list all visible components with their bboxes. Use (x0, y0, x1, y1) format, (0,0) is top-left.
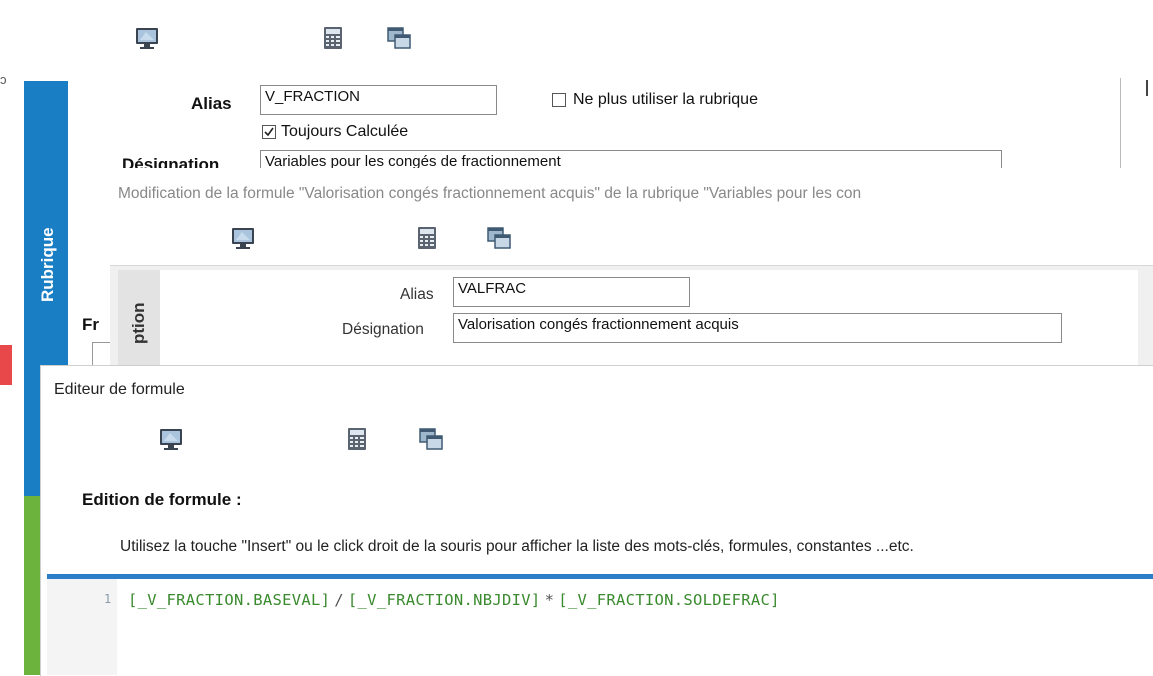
modification-dialog-title: Modification de la formule "Valorisation… (118, 185, 862, 202)
monitor-icon[interactable] (158, 427, 184, 451)
copy-windows-icon[interactable] (486, 226, 512, 250)
formula-editor-title: Editeur de formule (54, 381, 185, 398)
right-divider (1120, 78, 1121, 168)
formula-token: [_V_FRACTION.SOLDEFRAC] (558, 591, 780, 609)
ne-plus-utiliser-checkbox[interactable] (552, 93, 566, 107)
toujours-calculee-label: Toujours Calculée (281, 123, 409, 140)
calculator-icon[interactable] (414, 226, 440, 250)
formula-token: [_V_FRACTION.NBJDIV] (347, 591, 541, 609)
edition-de-formule-heading: Edition de formule : (82, 490, 242, 509)
formula-operator: / (334, 591, 344, 609)
monitor-icon[interactable] (230, 226, 256, 250)
line-number: 1 (104, 592, 112, 606)
partial-input[interactable] (92, 342, 112, 366)
designation-field-w2[interactable]: Valorisation congés fractionnement acqui… (453, 313, 1062, 343)
formula-line[interactable]: [_V_FRACTION.BASEVAL] / [_V_FRACTION.NBJ… (128, 591, 780, 609)
toujours-calculee-checkbox[interactable] (262, 125, 276, 139)
error-marker (0, 345, 12, 385)
alias-field[interactable]: V_FRACTION (260, 85, 497, 115)
copy-windows-icon[interactable] (418, 427, 444, 451)
calculator-icon[interactable] (320, 26, 346, 50)
green-side-tab[interactable] (24, 496, 40, 675)
editor-hint: Utilisez la touche "Insert" ou le click … (120, 538, 914, 555)
ne-plus-utiliser-label: Ne plus utiliser la rubrique (573, 91, 758, 108)
alias-label: Alias (191, 94, 232, 113)
designation-label-w2: Désignation (342, 321, 424, 338)
partial-field-label: Fr (82, 315, 99, 334)
alias-label-w2: Alias (400, 286, 434, 303)
edge-glyph: ͻ (0, 72, 7, 87)
formula-operator: * (544, 591, 555, 609)
formula-token: [_V_FRACTION.BASEVAL] (128, 591, 331, 609)
calculator-icon[interactable] (344, 427, 370, 451)
right-edge-mark (1146, 80, 1148, 96)
alias-field-w2[interactable]: VALFRAC (453, 277, 690, 307)
modification-right-strip (1138, 270, 1153, 365)
copy-windows-icon[interactable] (386, 26, 412, 50)
option-tab-label: ption (129, 302, 148, 344)
monitor-icon[interactable] (134, 26, 160, 50)
checkmark-icon (264, 127, 274, 137)
